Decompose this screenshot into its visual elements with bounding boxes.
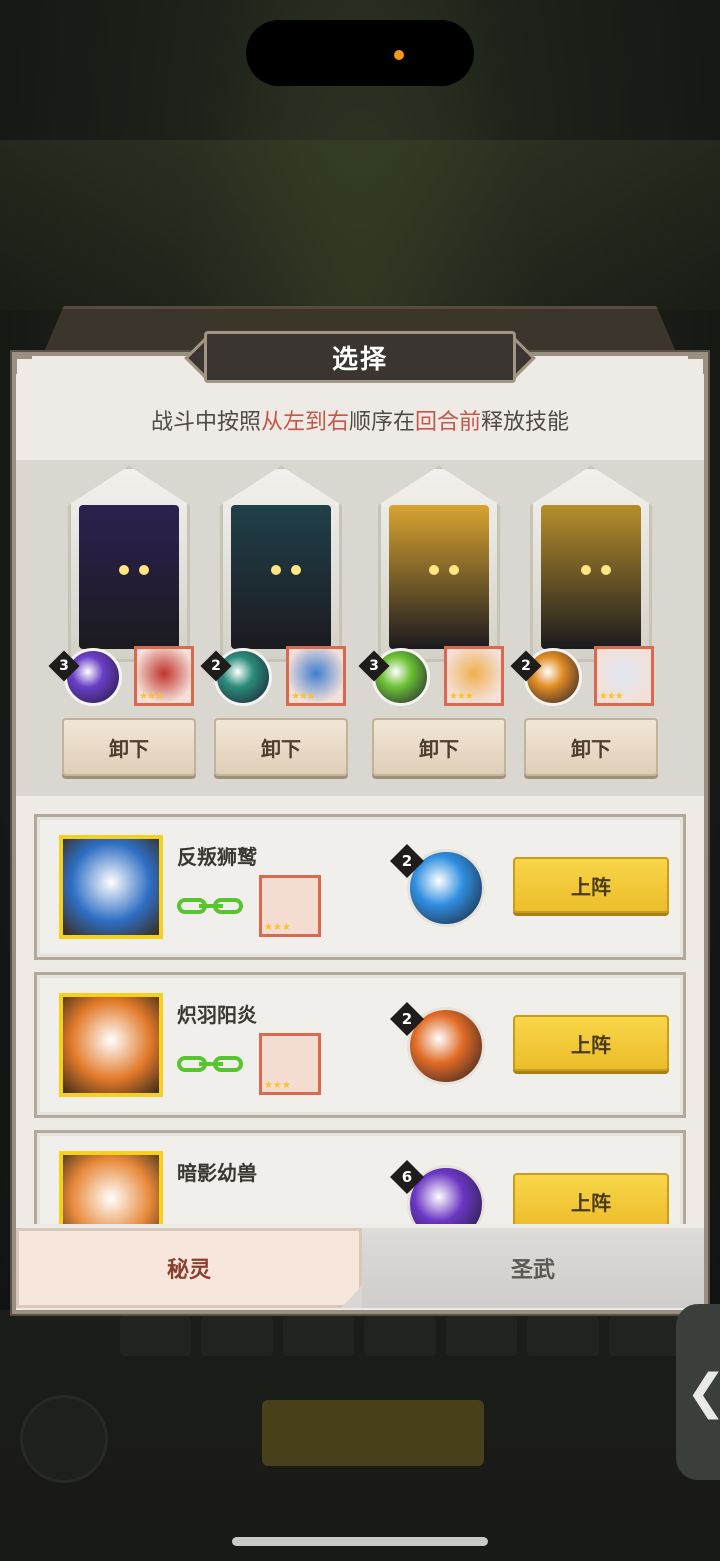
star-rating: ★★★ [599,691,624,702]
linked-creature-icon[interactable]: ★★★ [134,646,194,706]
deploy-button[interactable]: 上阵 [513,1015,669,1071]
instruction-highlight: 回合前 [415,410,482,435]
privacy-indicator-dot [394,50,404,60]
skill-level-badge: 2 [390,844,424,878]
unload-button-1[interactable]: 卸下 [62,718,196,776]
dynamic-island [246,20,474,86]
deploy-button[interactable]: 上阵 [513,857,669,913]
star-rating: ★★★ [264,922,291,933]
candidate-list[interactable]: 反叛狮鹫 ★★★ 2 上阵 炽羽阳炎 ★★★ 2 上阵 暗影幼兽 6 上阵 [16,800,704,1224]
skill-level-badge: 3 [358,650,390,682]
creature-name: 炽羽阳炎 [177,1003,257,1027]
dialog-title: 选择 [204,331,516,383]
creature-avatar [59,835,163,939]
dialog-corner-ornament [14,356,32,374]
list-item[interactable]: 暗影幼兽 6 上阵 [34,1130,686,1224]
slot-card-1[interactable] [68,466,190,662]
instruction-part: 顺序在 [348,410,415,435]
instruction-highlight: 从左到右 [260,410,349,435]
creature-portrait [541,505,641,649]
creature-name: 暗影幼兽 [177,1161,257,1185]
list-item[interactable]: 炽羽阳炎 ★★★ 2 上阵 [34,972,686,1118]
star-rating: ★★★ [291,691,316,702]
instruction-text: 战斗中按照从左到右顺序在回合前释放技能 [16,404,704,436]
creature-avatar [59,1151,163,1224]
creature-eyes [581,565,611,575]
creature-name: 反叛狮鹫 [177,845,257,869]
unload-button-3[interactable]: 卸下 [372,718,506,776]
dialog-corner-ornament [688,356,706,374]
instruction-part: 释放技能 [481,410,570,435]
chevron-left-icon: ❮ [686,1364,720,1420]
skill-level-badge: 2 [510,650,542,682]
creature-avatar [59,993,163,1097]
slot-card-3[interactable] [378,466,500,662]
skill-level-badge: 6 [390,1160,424,1194]
linked-creature-icon[interactable]: ★★★ [259,875,321,937]
chain-link-icon [177,1053,247,1077]
tab-spirit[interactable]: 秘灵 [16,1228,362,1308]
star-rating: ★★★ [139,691,164,702]
home-indicator[interactable] [232,1537,488,1546]
side-panel-toggle[interactable]: ❮ [676,1304,720,1480]
skill-level-badge: 3 [48,650,80,682]
slot-card-2[interactable] [220,466,342,662]
linked-creature-icon[interactable]: ★★★ [286,646,346,706]
skill-level-badge: 2 [200,650,232,682]
chain-link-icon [177,895,247,919]
slot-card-4[interactable] [530,466,652,662]
unload-button-2[interactable]: 卸下 [214,718,348,776]
deploy-button[interactable]: 上阵 [513,1173,669,1224]
creature-portrait [231,505,331,649]
creature-portrait [79,505,179,649]
star-rating: ★★★ [449,691,474,702]
creature-portrait [389,505,489,649]
linked-creature-icon[interactable]: ★★★ [259,1033,321,1095]
skill-level-badge: 2 [390,1002,424,1036]
instruction-part: 战斗中按照 [150,410,261,435]
tab-holy-weapon[interactable]: 圣武 [362,1228,704,1308]
unload-button-4[interactable]: 卸下 [524,718,658,776]
linked-creature-icon[interactable]: ★★★ [594,646,654,706]
creature-eyes [119,565,149,575]
linked-creature-icon[interactable]: ★★★ [444,646,504,706]
creature-eyes [429,565,459,575]
creature-eyes [271,565,301,575]
list-item[interactable]: 反叛狮鹫 ★★★ 2 上阵 [34,814,686,960]
star-rating: ★★★ [264,1080,291,1091]
